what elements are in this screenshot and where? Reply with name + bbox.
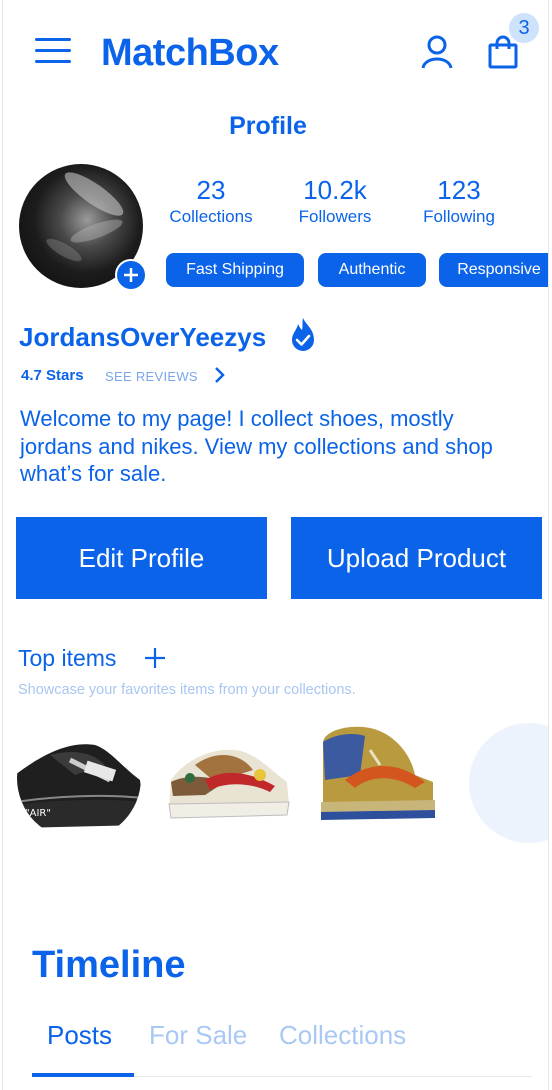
section-title: Profile [229, 112, 307, 140]
stat-label: Collections [169, 207, 253, 226]
stat-label: Following [423, 207, 495, 226]
tag-fast-shipping[interactable]: Fast Shipping [166, 253, 304, 287]
app-screen: MatchBox 3 Profile 23 Collections 10.2k … [2, 0, 549, 1090]
rating-text: 4.7 Stars [21, 367, 84, 384]
top-item-shoe-black[interactable]: "AIR" [15, 720, 143, 835]
stat-following[interactable]: 123 Following [399, 176, 519, 227]
shoe-sole-text: "AIR" [25, 808, 51, 819]
stat-label: Followers [298, 207, 372, 226]
brand-title: MatchBox [101, 32, 279, 74]
verified-flame-icon [292, 318, 314, 351]
tab-collections[interactable]: Collections [279, 1020, 406, 1051]
active-tab-indicator [32, 1073, 134, 1077]
top-items-subtitle: Showcase your favorites items from your … [18, 682, 356, 698]
see-reviews-link[interactable]: SEE REVIEWS [105, 369, 198, 384]
stat-value: 123 [437, 175, 481, 205]
cart-count-badge: 3 [509, 13, 539, 43]
tag-authentic[interactable]: Authentic [318, 253, 426, 287]
add-top-item-icon[interactable] [143, 646, 167, 670]
bio-text: Welcome to my page! I collect shoes, mos… [20, 406, 493, 486]
chevron-right-icon[interactable] [211, 366, 227, 384]
add-avatar-button[interactable] [115, 259, 147, 291]
username: JordansOverYeezys [19, 322, 267, 352]
stat-collections[interactable]: 23 Collections [151, 176, 271, 227]
top-item-shoe-floral[interactable] [165, 720, 293, 835]
menu-icon[interactable] [35, 36, 71, 66]
upload-product-button[interactable]: Upload Product [291, 517, 542, 599]
edit-profile-button[interactable]: Edit Profile [16, 517, 267, 599]
tab-for-sale[interactable]: For Sale [149, 1020, 247, 1051]
stat-value: 23 [196, 175, 226, 205]
top-item-shoe-tan[interactable] [315, 720, 443, 835]
top-items-title: Top items [18, 645, 117, 671]
tag-responsive[interactable]: Responsive [439, 253, 548, 287]
plus-icon [124, 268, 138, 282]
timeline-title: Timeline [32, 944, 186, 986]
stat-value: 10.2k [303, 175, 367, 205]
user-icon[interactable] [419, 34, 455, 70]
stat-followers[interactable]: 10.2k Followers [275, 176, 395, 227]
more-items-placeholder[interactable] [469, 723, 548, 843]
tab-posts[interactable]: Posts [47, 1020, 112, 1051]
